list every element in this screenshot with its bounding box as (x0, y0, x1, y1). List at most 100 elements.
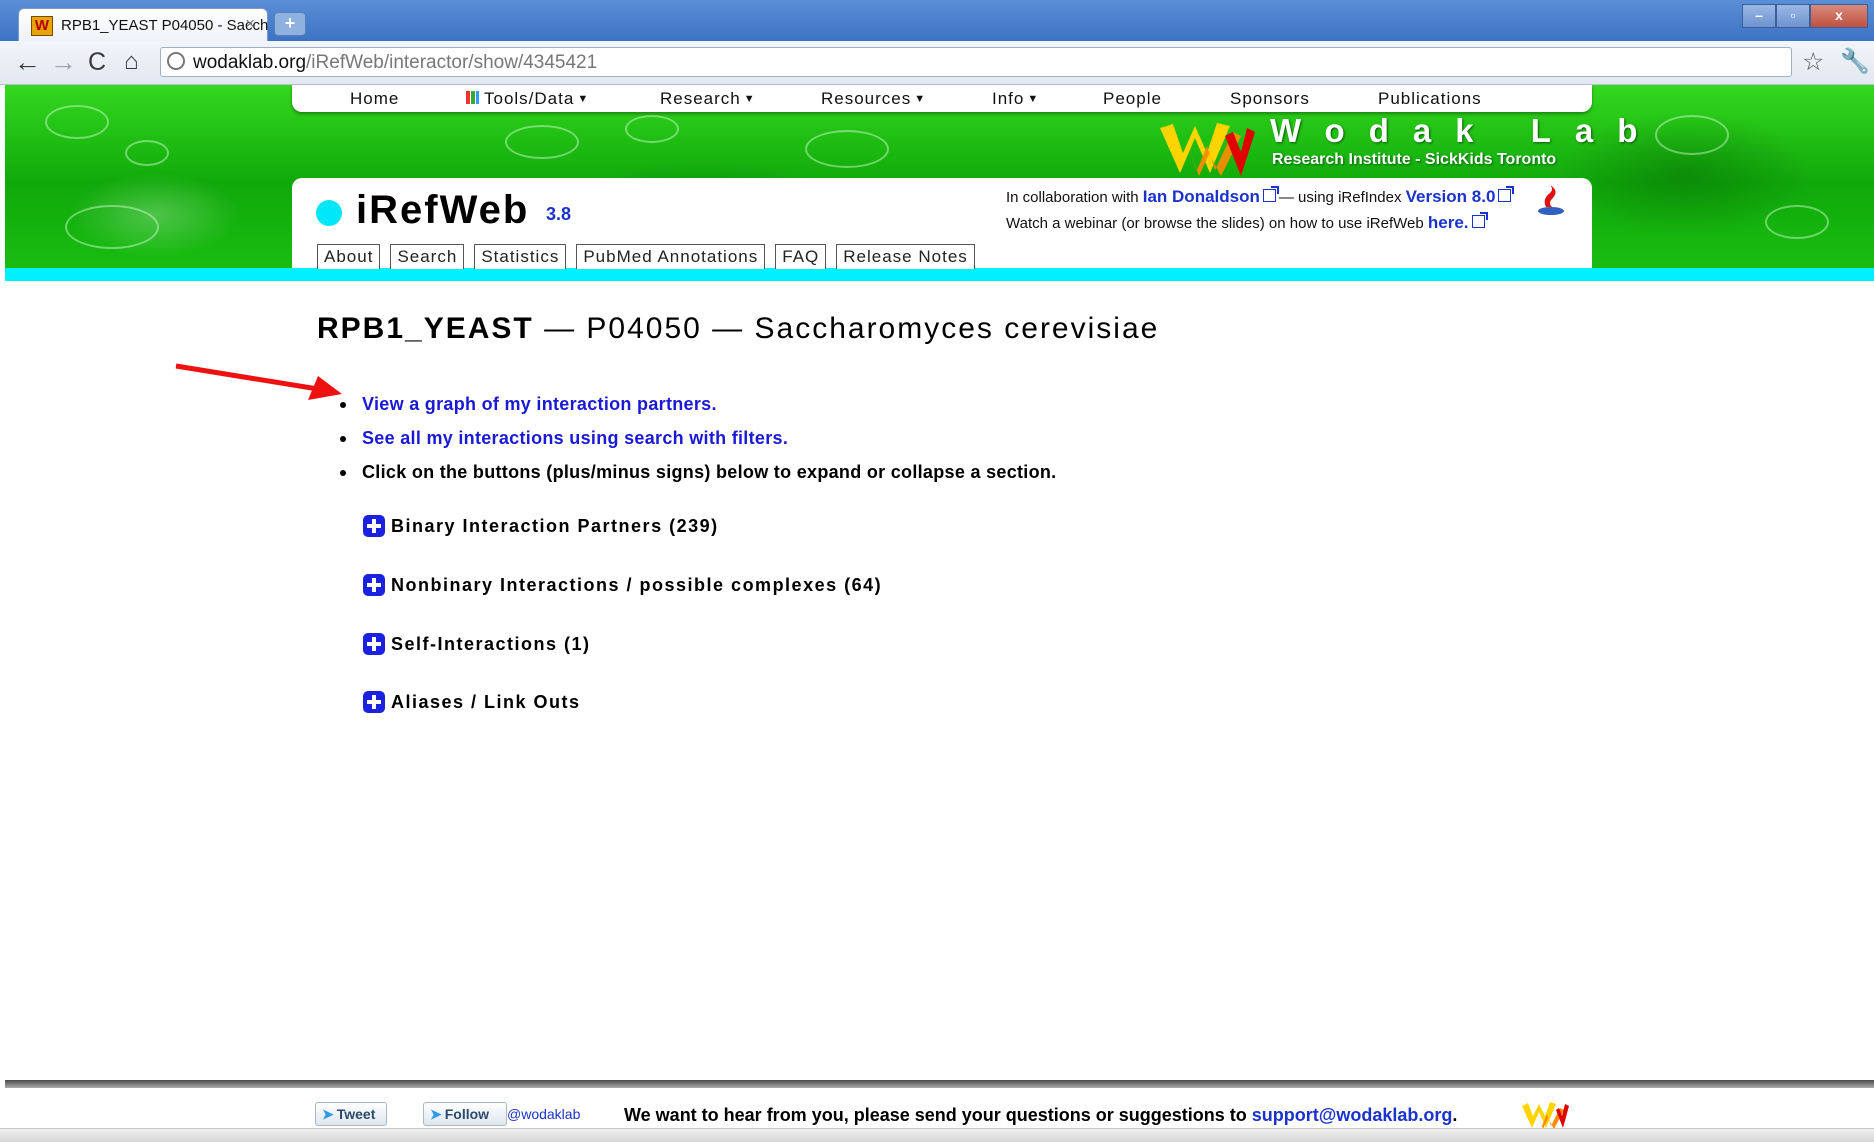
reload-icon[interactable]: C (88, 47, 106, 77)
follow-label: Follow (444, 1106, 490, 1122)
feedback-period: . (1452, 1105, 1458, 1125)
header-accent-bar (5, 268, 1874, 281)
nav-home[interactable]: Home (350, 89, 399, 109)
follow-button[interactable]: ➤ Follow (423, 1102, 507, 1126)
browser-tab-strip: W RPB1_YEAST P04050 - Sacch × + – ▫ x (0, 0, 1874, 41)
feedback-message: We want to hear from you, please send yo… (624, 1102, 1457, 1128)
lab-logo-title[interactable]: Wodak Lab (1270, 114, 1661, 148)
irefindex-version-link[interactable]: Version 8.0 (1406, 187, 1496, 206)
external-link-icon (1262, 186, 1279, 202)
support-email-link[interactable]: support@wodaklab.org (1252, 1105, 1453, 1125)
expand-instructions: Click on the buttons (plus/minus signs) … (362, 462, 1057, 482)
twitter-bird-icon: ➤ (322, 1106, 334, 1122)
nav-research[interactable]: Research ▼ (660, 89, 756, 109)
view-graph-link[interactable]: View a graph of my interaction partners. (362, 394, 717, 414)
twitter-handle-link[interactable]: @wodaklab (507, 1106, 580, 1122)
expand-plus-icon[interactable] (363, 633, 385, 655)
maximize-button[interactable]: ▫ (1776, 4, 1810, 28)
webinar-text: Watch a webinar (or browse the slides) o… (1006, 215, 1424, 232)
url-host: wodaklab.org (193, 52, 307, 73)
wodak-favicon-icon: W (31, 16, 53, 36)
minimize-button[interactable]: – (1742, 4, 1776, 28)
tweet-label: Tweet (336, 1106, 376, 1122)
app-header-panel: iRefWeb 3.8 In collaboration with Ian Do… (292, 178, 1592, 269)
feedback-text: We want to hear from you, please send yo… (624, 1105, 1247, 1125)
nav-resources[interactable]: Resources ▼ (821, 89, 926, 109)
section-binary-partners[interactable]: Binary Interaction Partners (239) (363, 514, 719, 538)
address-bar[interactable]: wodaklab.org/iRefWeb/interactor/show/434… (160, 47, 1792, 77)
protein-id: RPB1_YEAST (317, 312, 534, 345)
protein-accession-species: — P04050 — Saccharomyces cerevisiae (533, 312, 1160, 345)
nav-resources-label: Resources (821, 89, 912, 108)
new-tab-button[interactable]: + (274, 12, 306, 36)
tab-release-notes[interactable]: Release Notes (836, 244, 975, 269)
webinar-link[interactable]: here. (1428, 213, 1469, 232)
nav-home-label: Home (350, 89, 400, 108)
url-text[interactable]: wodaklab.org/iRefWeb/interactor/show/434… (193, 52, 597, 74)
action-list: View a graph of my interaction partners.… (338, 391, 1057, 493)
expand-plus-icon[interactable] (363, 574, 385, 596)
section-label: Binary Interaction Partners (239) (391, 516, 719, 536)
tab-close-icon[interactable]: × (245, 14, 255, 34)
tab-faq[interactable]: FAQ (775, 244, 827, 269)
tab-statistics[interactable]: Statistics (474, 244, 567, 269)
section-aliases-linkouts[interactable]: Aliases / Link Outs (363, 690, 581, 714)
back-arrow-icon[interactable]: ← (14, 47, 41, 77)
webinar-line: Watch a webinar (or browse the slides) o… (1006, 210, 1514, 236)
section-nonbinary-interactions[interactable]: Nonbinary Interactions / possible comple… (363, 573, 882, 597)
tab-about[interactable]: About (317, 244, 381, 269)
external-link-icon (1471, 212, 1488, 228)
browser-tab[interactable]: W RPB1_YEAST P04050 - Sacch × (18, 8, 268, 41)
tab-search[interactable]: Search (390, 244, 465, 269)
section-label: Aliases / Link Outs (391, 692, 581, 712)
caret-down-icon: ▼ (577, 93, 590, 105)
app-name[interactable]: iRefWeb (356, 185, 529, 235)
forward-arrow-icon[interactable]: → (50, 47, 77, 77)
home-icon[interactable]: ⌂ (124, 47, 139, 77)
nav-people[interactable]: People (1103, 89, 1162, 109)
browser-status-strip (0, 1128, 1874, 1142)
see-interactions-link[interactable]: See all my interactions using search wit… (362, 428, 788, 448)
wrench-icon[interactable]: 🔧 (1840, 47, 1870, 76)
footer: ➤ Tweet ➤ Follow @wodaklab We want to hear… (5, 1088, 1874, 1130)
annotation-arrow-icon (175, 363, 342, 400)
list-item: See all my interactions using search wit… (338, 425, 1057, 459)
app-tabs: About Search Statistics PubMed Annotatio… (317, 244, 975, 269)
globe-icon (167, 52, 185, 70)
collab-line: In collaboration with Ian Donaldson — usi… (1006, 184, 1515, 210)
java-icon[interactable] (1534, 183, 1568, 217)
lab-logo-subtitle: Research Institute - SickKids Toronto (1272, 151, 1557, 168)
site-navigation: Home Tools/Data ▼ Research ▼ Resources ▼ In… (292, 85, 1592, 112)
tab-title: RPB1_YEAST P04050 - Sacch (61, 17, 269, 34)
collab-middle: — using iRefIndex (1278, 189, 1402, 206)
section-self-interactions[interactable]: Self-Interactions (1) (363, 632, 591, 656)
page-title: RPB1_YEAST — P04050 — Saccharomyces cere… (317, 312, 1159, 346)
collaboration-note: In collaboration with Ian Donaldson — usi… (1006, 184, 1515, 236)
twitter-bird-icon: ➤ (430, 1106, 442, 1122)
nav-sponsors[interactable]: Sponsors (1230, 89, 1310, 109)
browser-toolbar: ← → C ⌂ wodaklab.org/iRefWeb/interactor/… (0, 41, 1874, 85)
list-item: Click on the buttons (plus/minus signs) … (338, 459, 1057, 493)
collab-person-link[interactable]: Ian Donaldson (1143, 187, 1260, 206)
nav-people-label: People (1103, 89, 1162, 108)
wodak-logo-icon[interactable] (1520, 1100, 1570, 1130)
grid-icon (466, 91, 479, 104)
close-window-button[interactable]: x (1810, 4, 1868, 28)
list-item: View a graph of my interaction partners. (338, 391, 1057, 425)
url-path: /iRefWeb/interactor/show/4345421 (306, 52, 598, 73)
bookmark-star-icon[interactable]: ☆ (1802, 47, 1824, 77)
nav-tools-data[interactable]: Tools/Data ▼ (466, 89, 589, 109)
tweet-button[interactable]: ➤ Tweet (315, 1102, 387, 1126)
nav-info[interactable]: Info ▼ (992, 89, 1039, 109)
nav-info-label: Info (992, 89, 1025, 108)
footer-separator (5, 1080, 1874, 1088)
nav-research-label: Research (660, 89, 741, 108)
expand-plus-icon[interactable] (363, 691, 385, 713)
expand-plus-icon[interactable] (363, 515, 385, 537)
nav-publications-label: Publications (1378, 89, 1482, 108)
app-version: 3.8 (546, 204, 572, 224)
nav-publications[interactable]: Publications (1378, 89, 1482, 109)
tab-pubmed-annotations[interactable]: PubMed Annotations (576, 244, 766, 269)
wodak-logo-icon[interactable] (1155, 118, 1260, 178)
nav-sponsors-label: Sponsors (1230, 89, 1310, 108)
